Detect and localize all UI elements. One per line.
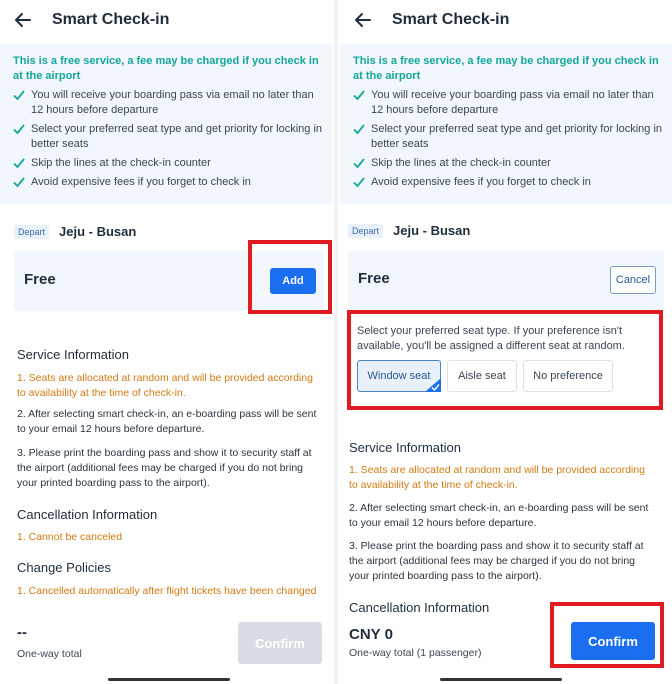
notice-title: This is a free service, a fee may be cha… [353, 55, 659, 82]
seat-option-label: No preference [533, 370, 603, 382]
check-icon [353, 156, 365, 170]
benefit-item: Avoid expensive fees if you forget to ch… [13, 175, 324, 190]
check-icon [353, 122, 365, 136]
service-info-item: 3. Please print the boarding pass and sh… [17, 447, 312, 489]
benefit-item: You will receive your boarding pass via … [13, 88, 324, 118]
benefit-text: Avoid expensive fees if you forget to ch… [371, 176, 591, 188]
service-info-item: 2. After selecting smart check-in, an e-… [349, 502, 649, 529]
notice-panel: This is a free service, a fee may be cha… [340, 44, 672, 204]
benefit-item: Skip the lines at the check-in counter [13, 156, 324, 171]
total-amount: CNY 0 [349, 626, 393, 643]
page-title: Smart Check-in [52, 11, 170, 28]
benefit-item: Skip the lines at the check-in counter [353, 156, 664, 171]
divider [334, 0, 338, 684]
total-amount: -- [17, 624, 27, 641]
check-icon [13, 88, 25, 102]
seat-prompt: Select your preferred seat type. If your… [357, 325, 625, 352]
benefit-item: Select your preferred seat type and get … [353, 122, 664, 152]
service-info-item: 2. After selecting smart check-in, an e-… [17, 408, 317, 435]
header: Smart Check-in [340, 0, 672, 40]
arrow-left-icon[interactable] [12, 9, 34, 31]
page-title: Smart Check-in [392, 11, 510, 28]
notice-panel: This is a free service, a fee may be cha… [0, 44, 332, 204]
confirm-button-disabled[interactable]: Confirm [238, 622, 322, 664]
change-policies-text: 1. Cancelled automatically after flight … [17, 585, 317, 597]
cancel-button[interactable]: Cancel [610, 266, 656, 294]
screen-right: Smart Check-in This is a free service, a… [340, 0, 672, 684]
service-info-title: Service Information [349, 440, 461, 455]
highlight-box [550, 602, 664, 668]
total-label: One-way total [17, 648, 82, 660]
benefit-item: Select your preferred seat type and get … [13, 122, 324, 152]
check-icon [13, 175, 25, 189]
seat-option-aisle[interactable]: Aisle seat [447, 360, 517, 392]
header: Smart Check-in [0, 0, 332, 40]
home-indicator [440, 678, 562, 681]
cancellation-text: 1. Cannot be canceled [17, 531, 123, 543]
benefit-text: Select your preferred seat type and get … [371, 123, 663, 150]
check-icon [13, 122, 25, 136]
notice-title: This is a free service, a fee may be cha… [13, 55, 319, 82]
service-info-title: Service Information [17, 347, 129, 362]
screen-left: Smart Check-in This is a free service, a… [0, 0, 332, 684]
depart-badge: Depart [348, 223, 384, 238]
check-icon [13, 156, 25, 170]
check-icon [353, 175, 365, 189]
cancellation-title: Cancellation Information [349, 600, 490, 615]
service-info-item: 1. Seats are allocated at random and wil… [349, 464, 645, 491]
benefit-text: Select your preferred seat type and get … [31, 123, 323, 150]
benefit-text: Skip the lines at the check-in counter [31, 157, 211, 169]
cancellation-title: Cancellation Information [17, 507, 158, 522]
benefit-text: You will receive your boarding pass via … [371, 89, 654, 116]
price-label: Free [358, 270, 390, 287]
route-row: Depart Jeju - Busan [14, 224, 136, 239]
seat-option-label: Aisle seat [458, 370, 506, 382]
depart-badge: Depart [14, 224, 50, 239]
route-row: Depart Jeju - Busan [348, 223, 470, 238]
benefit-text: You will receive your boarding pass via … [31, 89, 314, 116]
seat-option-window[interactable]: Window seat [357, 360, 441, 392]
highlight-box [248, 240, 332, 314]
benefit-item: You will receive your boarding pass via … [353, 88, 664, 118]
total-label: One-way total (1 passenger) [349, 647, 482, 659]
route-text: Jeju - Busan [393, 223, 471, 238]
seat-type-panel: Select your preferred seat type. If your… [347, 310, 663, 410]
seat-option-label: Window seat [367, 370, 431, 382]
service-info-item: 3. Please print the boarding pass and sh… [349, 540, 644, 582]
benefit-text: Avoid expensive fees if you forget to ch… [31, 176, 251, 188]
service-info-item: 1. Seats are allocated at random and wil… [17, 372, 313, 399]
check-corner-icon [425, 378, 441, 392]
arrow-left-icon[interactable] [352, 9, 374, 31]
change-policies-title: Change Policies [17, 560, 111, 575]
benefit-text: Skip the lines at the check-in counter [371, 157, 551, 169]
route-text: Jeju - Busan [59, 224, 137, 239]
price-label: Free [24, 271, 56, 288]
home-indicator [108, 678, 230, 681]
seat-option-no-preference[interactable]: No preference [523, 360, 613, 392]
check-icon [353, 88, 365, 102]
price-card: Free Cancel [348, 250, 664, 310]
benefit-item: Avoid expensive fees if you forget to ch… [353, 175, 664, 190]
